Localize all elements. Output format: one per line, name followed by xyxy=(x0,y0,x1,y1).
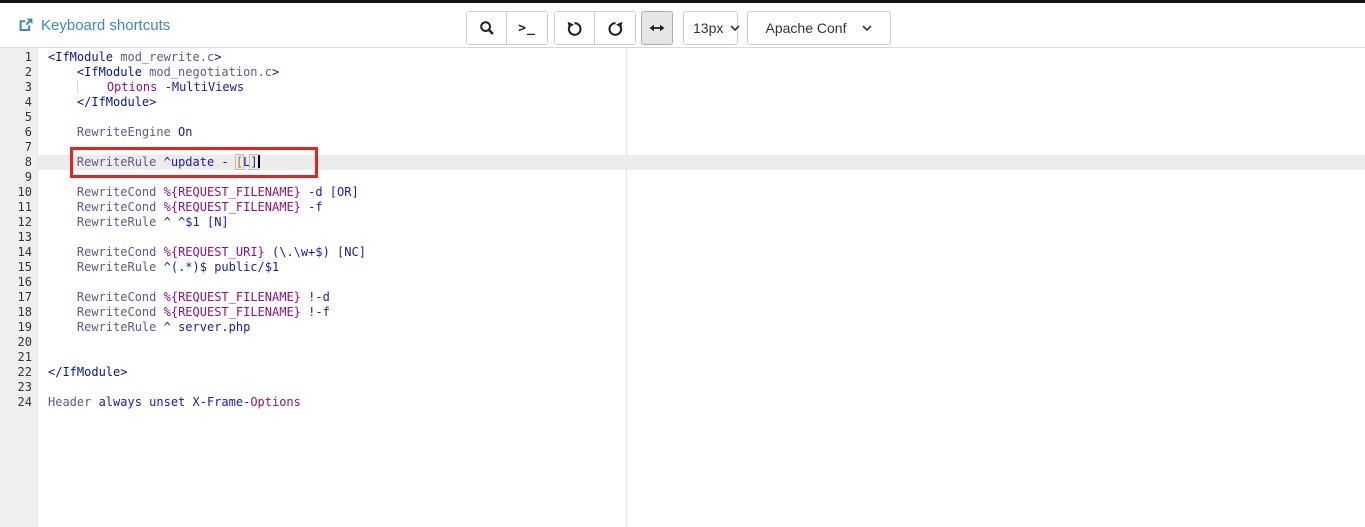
search-icon xyxy=(479,20,495,36)
code-line[interactable]: RewriteCond %{REQUEST_FILENAME} !-d xyxy=(38,290,1365,305)
code-line[interactable] xyxy=(38,380,1365,395)
line-number[interactable]: 24 xyxy=(0,395,37,410)
line-number[interactable]: 23 xyxy=(0,380,37,395)
undo-redo-group xyxy=(554,11,636,45)
line-number[interactable]: 3 xyxy=(0,80,37,95)
line-number[interactable]: 18 xyxy=(0,305,37,320)
word-wrap-icon xyxy=(649,20,665,36)
gutter: 123456789101112131415161718192021222324 xyxy=(0,48,38,527)
code-line[interactable]: RewriteRule ^ ^$1 [N] xyxy=(38,215,1365,230)
editor-toolbar: Keyboard shortcuts >_ xyxy=(0,3,1365,48)
code-line[interactable]: RewriteEngine On xyxy=(38,125,1365,140)
line-number[interactable]: 2 xyxy=(0,65,37,80)
undo-button[interactable] xyxy=(555,12,595,44)
syntax-value: Apache Conf xyxy=(766,20,847,36)
code-line[interactable]: RewriteRule ^(.*)$ public/$1 xyxy=(38,260,1365,275)
code-line[interactable] xyxy=(38,170,1365,185)
code-line[interactable]: RewriteCond %{REQUEST_FILENAME} -d [OR] xyxy=(38,185,1365,200)
chevron-down-icon xyxy=(862,25,872,31)
line-number[interactable]: 7 xyxy=(0,140,37,155)
find-button-group: >_ xyxy=(466,11,548,45)
code-line[interactable]: RewriteRule ^ server.php xyxy=(38,320,1365,335)
code-line[interactable]: <IfModule mod_rewrite.c> xyxy=(38,50,1365,65)
line-number[interactable]: 4 xyxy=(0,95,37,110)
line-number[interactable]: 8 xyxy=(0,155,37,170)
text-cursor xyxy=(258,155,260,168)
code-line[interactable] xyxy=(38,140,1365,155)
line-number[interactable]: 17 xyxy=(0,290,37,305)
code-line[interactable]: <IfModule mod_negotiation.c> xyxy=(38,65,1365,80)
code-line[interactable] xyxy=(38,335,1365,350)
code-line[interactable] xyxy=(38,110,1365,125)
code-line[interactable]: </IfModule> xyxy=(38,365,1365,380)
line-number[interactable]: 1 xyxy=(0,50,37,65)
line-number[interactable]: 12 xyxy=(0,215,37,230)
code-editor[interactable]: 123456789101112131415161718192021222324 … xyxy=(0,48,1365,527)
redo-button[interactable] xyxy=(595,12,635,44)
line-number[interactable]: 20 xyxy=(0,335,37,350)
line-number[interactable]: 15 xyxy=(0,260,37,275)
keyboard-shortcuts-label: Keyboard shortcuts xyxy=(41,17,170,34)
line-number[interactable]: 10 xyxy=(0,185,37,200)
code-area[interactable]: <IfModule mod_rewrite.c> <IfModule mod_n… xyxy=(38,48,1365,527)
line-number[interactable]: 19 xyxy=(0,320,37,335)
undo-icon xyxy=(566,20,583,37)
line-number[interactable]: 11 xyxy=(0,200,37,215)
code-line[interactable]: Header always unset X-Frame-Options xyxy=(38,395,1365,410)
line-number[interactable]: 22 xyxy=(0,365,37,380)
line-number[interactable]: 9 xyxy=(0,170,37,185)
code-line[interactable]: RewriteCond %{REQUEST_FILENAME} !-f xyxy=(38,305,1365,320)
keyboard-shortcuts-link[interactable]: Keyboard shortcuts xyxy=(18,3,170,47)
goto-line-button[interactable]: >_ xyxy=(507,12,547,44)
search-button[interactable] xyxy=(467,12,507,44)
code-line[interactable]: RewriteRule ^update - [L] xyxy=(38,155,1365,170)
line-number[interactable]: 14 xyxy=(0,245,37,260)
code-line[interactable]: Options -MultiViews xyxy=(38,80,1365,95)
external-link-icon xyxy=(18,17,34,33)
redo-icon xyxy=(607,20,624,37)
syntax-select[interactable]: Apache Conf xyxy=(747,11,891,45)
line-number[interactable]: 13 xyxy=(0,230,37,245)
code-line[interactable]: RewriteCond %{REQUEST_FILENAME} -f xyxy=(38,200,1365,215)
code-line[interactable] xyxy=(38,275,1365,290)
line-number[interactable]: 6 xyxy=(0,125,37,140)
font-size-select[interactable]: 13px xyxy=(683,11,738,45)
line-number[interactable]: 5 xyxy=(0,110,37,125)
line-number[interactable]: 21 xyxy=(0,350,37,365)
code-line[interactable] xyxy=(38,350,1365,365)
code-line[interactable] xyxy=(38,230,1365,245)
code-line[interactable]: </IfModule> xyxy=(38,95,1365,110)
code-line[interactable]: RewriteCond %{REQUEST_URI} (\.\w+$) [NC] xyxy=(38,245,1365,260)
font-size-value: 13px xyxy=(693,20,723,36)
terminal-prompt-icon: >_ xyxy=(518,21,536,36)
line-number[interactable]: 16 xyxy=(0,275,37,290)
chevron-down-icon xyxy=(730,25,740,31)
word-wrap-toggle-button[interactable] xyxy=(641,11,673,45)
